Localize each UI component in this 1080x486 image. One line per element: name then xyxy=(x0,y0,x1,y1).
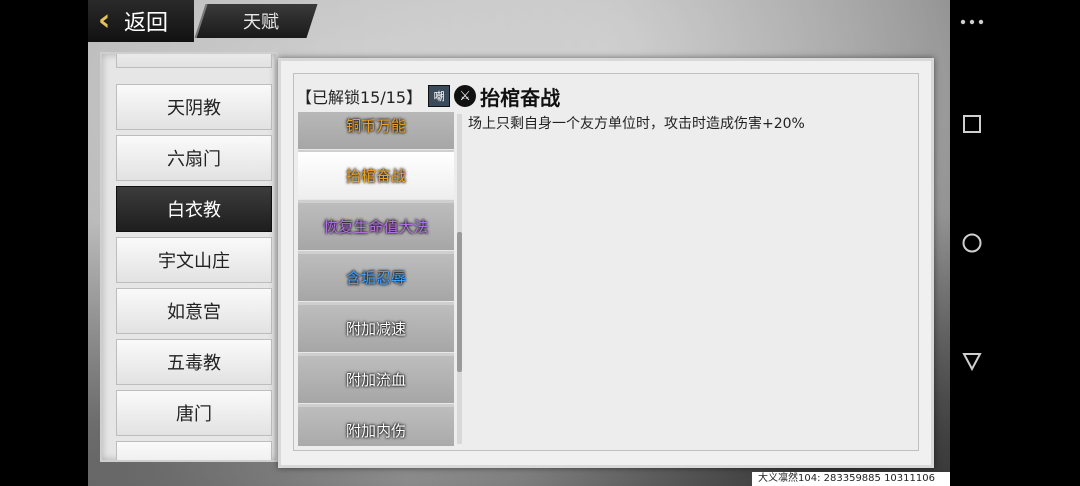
sect-label: 白衣教 xyxy=(167,200,221,221)
talent-label: 附加减速 xyxy=(345,320,406,338)
sect-label: 唐门 xyxy=(176,404,212,425)
sect-item-ruyigong[interactable]: 如意宫 xyxy=(116,288,272,334)
sect-label: 如意宫 xyxy=(167,302,221,323)
talent-list[interactable]: 铜币万能 抬棺奋战 恢复生命值大法 含垢忍辱 附加减速 附加流血 附加内伤 xyxy=(298,112,454,446)
talent-scrollbar[interactable] xyxy=(457,114,462,444)
talent-description: 场上只剩自身一个友方单位时，攻击时造成伤害+20% xyxy=(468,116,805,132)
game-screen: ‹ 返回 天赋 天阴教 六扇门 白衣教 宇文山庄 如意宫 五毒教 唐门 【已解锁… xyxy=(0,0,1080,486)
sect-label: 五毒教 xyxy=(167,353,221,374)
talent-item[interactable]: 含垢忍辱 xyxy=(298,254,454,302)
sect-item-tianyinjiao[interactable]: 天阴教 xyxy=(116,84,272,130)
list-item-partial[interactable] xyxy=(116,54,272,68)
back-button[interactable]: ‹ 返回 xyxy=(88,0,194,42)
recent-apps-icon[interactable] xyxy=(960,112,984,136)
talent-label: 含垢忍辱 xyxy=(345,269,406,287)
talent-label: 恢复生命值大法 xyxy=(323,218,429,236)
player-info: 大义凛然104: 283359885 10311106 xyxy=(752,472,950,486)
sect-label: 宇文山庄 xyxy=(158,251,230,272)
sect-label: 天阴教 xyxy=(167,98,221,119)
home-icon[interactable] xyxy=(960,231,984,255)
unlock-status: 【已解锁15/15】 xyxy=(296,88,423,107)
skill-title: 抬棺奋战 xyxy=(480,85,561,110)
taunt-badge-icon: 嘲 xyxy=(428,85,451,107)
back-label: 返回 xyxy=(124,11,169,36)
talent-header: 【已解锁15/15】 嘲 ⚔ 抬棺奋战 xyxy=(296,84,561,110)
page-title: 天赋 xyxy=(243,12,279,33)
talent-item[interactable]: 附加内伤 xyxy=(298,407,454,446)
sect-list[interactable]: 天阴教 六扇门 白衣教 宇文山庄 如意宫 五毒教 唐门 xyxy=(100,52,278,462)
sect-item-yuwenshanzhuang[interactable]: 宇文山庄 xyxy=(116,237,272,283)
talent-label: 附加内伤 xyxy=(345,422,406,440)
sect-item-tangmen[interactable]: 唐门 xyxy=(116,390,272,436)
talent-item[interactable]: 附加减速 xyxy=(298,305,454,353)
letterbox-left xyxy=(0,0,88,486)
sect-item-liushanmen[interactable]: 六扇门 xyxy=(116,135,272,181)
back-triangle-icon[interactable] xyxy=(960,349,984,373)
top-bar: ‹ 返回 天赋 xyxy=(88,0,950,44)
more-dots-icon[interactable] xyxy=(960,10,984,34)
sect-label: 六扇门 xyxy=(167,149,221,170)
chevron-left-icon: ‹ xyxy=(98,3,111,38)
talent-label: 抬棺奋战 xyxy=(345,167,406,185)
talent-item-selected[interactable]: 抬棺奋战 xyxy=(298,152,454,200)
talent-label: 铜币万能 xyxy=(345,117,406,135)
scroll-thumb[interactable] xyxy=(457,232,462,372)
talent-item[interactable]: 附加流血 xyxy=(298,356,454,404)
talent-item[interactable]: 恢复生命值大法 xyxy=(298,203,454,251)
talent-label: 附加流血 xyxy=(345,371,406,389)
list-item-partial[interactable] xyxy=(116,441,272,460)
sect-item-baiyijiao[interactable]: 白衣教 xyxy=(116,186,272,232)
skill-type-icon: ⚔ xyxy=(454,85,477,107)
talent-item[interactable]: 铜币万能 xyxy=(298,112,454,150)
sect-item-wudujiao[interactable]: 五毒教 xyxy=(116,339,272,385)
